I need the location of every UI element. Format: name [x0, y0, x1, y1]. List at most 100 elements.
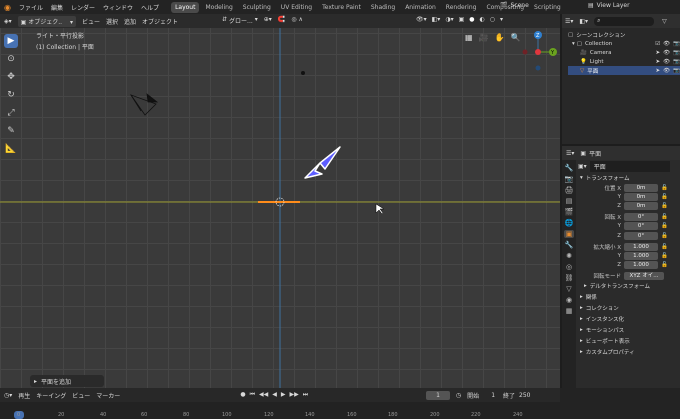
- menu-add[interactable]: 追加: [124, 17, 136, 26]
- search-input[interactable]: ⌕: [594, 16, 655, 26]
- start-frame-field[interactable]: 1: [491, 392, 495, 399]
- view-layer-selector[interactable]: ▤ View Layer: [588, 2, 630, 9]
- camera-render-icon[interactable]: 📷: [673, 41, 680, 47]
- lock-icon[interactable]: 🔓: [661, 194, 668, 200]
- tab-scripting[interactable]: Scripting: [530, 2, 565, 13]
- scale-z-field[interactable]: 1.000: [624, 261, 658, 270]
- data-tab-icon[interactable]: ▽: [566, 285, 571, 293]
- tab-uv-editing[interactable]: UV Editing: [277, 2, 316, 13]
- tab-rendering[interactable]: Rendering: [442, 2, 481, 13]
- lock-icon[interactable]: 🔓: [661, 262, 668, 268]
- shading-solid-icon[interactable]: ●: [469, 16, 474, 23]
- tab-layout[interactable]: Layout: [171, 1, 200, 13]
- material-tab-icon[interactable]: ◉: [566, 296, 572, 304]
- object-tab-icon[interactable]: ▣: [563, 230, 575, 238]
- rotate-tool-icon[interactable]: ↻: [4, 88, 18, 102]
- eye-icon[interactable]: 👁: [663, 41, 670, 47]
- shading-options-icon[interactable]: ▾: [500, 16, 503, 23]
- custom-properties-section[interactable]: ▸ カスタムプロパティ: [562, 347, 680, 358]
- rotation-mode-select[interactable]: XYZ オイ...: [624, 272, 664, 281]
- outliner-item-light[interactable]: 💡 Light ➤ 👁 📷: [568, 57, 680, 66]
- play-reverse-icon[interactable]: ◀: [272, 391, 277, 399]
- blender-logo-icon[interactable]: ◉: [4, 3, 11, 12]
- current-frame-field[interactable]: 1: [426, 390, 450, 400]
- cursor-tool-icon[interactable]: ⊙: [4, 52, 18, 66]
- lock-icon[interactable]: 🔓: [661, 253, 668, 259]
- xray-icon[interactable]: ▣: [459, 16, 465, 23]
- timeline-ruler[interactable]: 0 20 40 60 80 100 120 140 160 180 200 22…: [0, 402, 560, 419]
- select-arrow-icon[interactable]: ➤: [656, 59, 661, 65]
- tab-sculpting[interactable]: Sculpting: [239, 2, 275, 13]
- shading-material-icon[interactable]: ◐: [480, 16, 485, 23]
- lock-icon[interactable]: 🔓: [661, 244, 668, 250]
- scale-y-field[interactable]: 1.000: [624, 251, 658, 260]
- lock-icon[interactable]: 🔓: [661, 203, 668, 209]
- transform-orientation[interactable]: ⇵ グロー... ▾ ⊕▾ 🧲 ◎ ∧: [222, 16, 303, 25]
- record-icon[interactable]: ●: [240, 391, 245, 399]
- eye-icon[interactable]: 👁: [663, 68, 670, 74]
- redo-panel[interactable]: ▸ 平面を追加: [30, 375, 104, 387]
- checkbox-icon[interactable]: ☑: [655, 41, 660, 47]
- tab-animation[interactable]: Animation: [401, 2, 440, 13]
- pivot-icon[interactable]: ⊕▾: [264, 16, 272, 25]
- filter-display-icon[interactable]: ◧▾: [579, 18, 588, 25]
- outliner-item-camera[interactable]: 🎥 Camera ➤ 👁 📷: [568, 48, 680, 57]
- output-tab-icon[interactable]: 🖨: [565, 186, 574, 194]
- lock-icon[interactable]: 🔓: [661, 185, 668, 191]
- move-tool-icon[interactable]: ✥: [4, 70, 18, 84]
- timeline-editor-icon[interactable]: ◷▾: [4, 392, 12, 399]
- scene-name[interactable]: Scene: [510, 2, 528, 9]
- prev-keyframe-icon[interactable]: ◀◀: [259, 391, 268, 399]
- menu-timeline-view[interactable]: ビュー: [72, 391, 90, 400]
- annotate-tool-icon[interactable]: ✎: [4, 124, 18, 138]
- outliner-item-plane[interactable]: ▽ 平面 ➤ 👁 📷: [568, 66, 680, 75]
- modifier-tab-icon[interactable]: 🔧: [565, 241, 574, 249]
- scene-tab-icon[interactable]: 🎬: [565, 208, 574, 216]
- rotation-y-field[interactable]: 0°: [624, 222, 658, 231]
- constraints-tab-icon[interactable]: ⛓: [565, 274, 574, 282]
- camera-view-icon[interactable]: 🎥: [479, 33, 489, 42]
- instancing-section[interactable]: ▸ インスタンス化: [562, 314, 680, 325]
- relations-section[interactable]: ▸ 関係: [562, 292, 680, 303]
- next-keyframe-icon[interactable]: ▶▶: [289, 391, 298, 399]
- outliner-editor-icon[interactable]: ☰▾: [565, 18, 573, 25]
- zoom-icon[interactable]: 🔍: [511, 33, 521, 42]
- grid-icon[interactable]: ▦: [465, 33, 473, 42]
- overlay-toggle-icon[interactable]: ◑▾: [445, 16, 453, 23]
- lock-icon[interactable]: 🔓: [661, 214, 668, 220]
- lock-icon[interactable]: 🔓: [661, 233, 668, 239]
- texture-tab-icon[interactable]: ▦: [566, 307, 573, 315]
- tab-modeling[interactable]: Modeling: [201, 2, 236, 13]
- object-name-field[interactable]: ▣▾ 平面: [578, 160, 680, 172]
- gizmo-toggle-icon[interactable]: ◧▾: [432, 16, 441, 23]
- object-mode-select[interactable]: ▣ オブジェク.. ▾: [17, 15, 76, 27]
- select-tool-icon[interactable]: ▶: [4, 34, 18, 48]
- scale-tool-icon[interactable]: ⤢: [4, 106, 18, 120]
- collections-section[interactable]: ▸ コレクション: [562, 303, 680, 314]
- 3d-viewport[interactable]: ライト・平行投影 (1) Collection | 平面 ▦ 🎥 ✋ 🔍 Z Y…: [0, 28, 560, 388]
- tool-tab-icon[interactable]: 🔧: [565, 164, 574, 172]
- jump-start-icon[interactable]: ⏮: [250, 391, 255, 399]
- menu-help[interactable]: ヘルプ: [141, 3, 159, 12]
- menu-marker[interactable]: マーカー: [96, 391, 120, 400]
- rotation-z-field[interactable]: 0°: [624, 231, 658, 240]
- camera-render-icon[interactable]: 📷: [673, 59, 680, 65]
- physics-tab-icon[interactable]: ◎: [566, 263, 572, 271]
- world-tab-icon[interactable]: 🌐: [565, 219, 574, 227]
- eye-icon[interactable]: 👁: [663, 50, 670, 56]
- location-y-field[interactable]: 0m: [624, 192, 658, 201]
- menu-select[interactable]: 選択: [106, 17, 118, 26]
- camera-render-icon[interactable]: 📷: [673, 50, 680, 56]
- properties-editor-icon[interactable]: ☰▾: [566, 150, 574, 157]
- filter-icon[interactable]: ▽: [662, 18, 667, 25]
- delta-transform-section[interactable]: ▸ デルタトランスフォーム: [562, 281, 680, 292]
- shading-rendered-icon[interactable]: ○: [490, 16, 495, 23]
- view-layer-name[interactable]: View Layer: [597, 2, 630, 9]
- menu-playback[interactable]: 再生: [18, 391, 30, 400]
- render-tab-icon[interactable]: 📷: [565, 175, 574, 183]
- select-arrow-icon[interactable]: ➤: [656, 68, 661, 74]
- scene-selector[interactable]: 🎬 Scene: [500, 2, 529, 9]
- select-arrow-icon[interactable]: ➤: [656, 50, 661, 56]
- transform-section-header[interactable]: ▾ トランスフォーム: [562, 172, 680, 183]
- menu-edit[interactable]: 編集: [51, 3, 63, 12]
